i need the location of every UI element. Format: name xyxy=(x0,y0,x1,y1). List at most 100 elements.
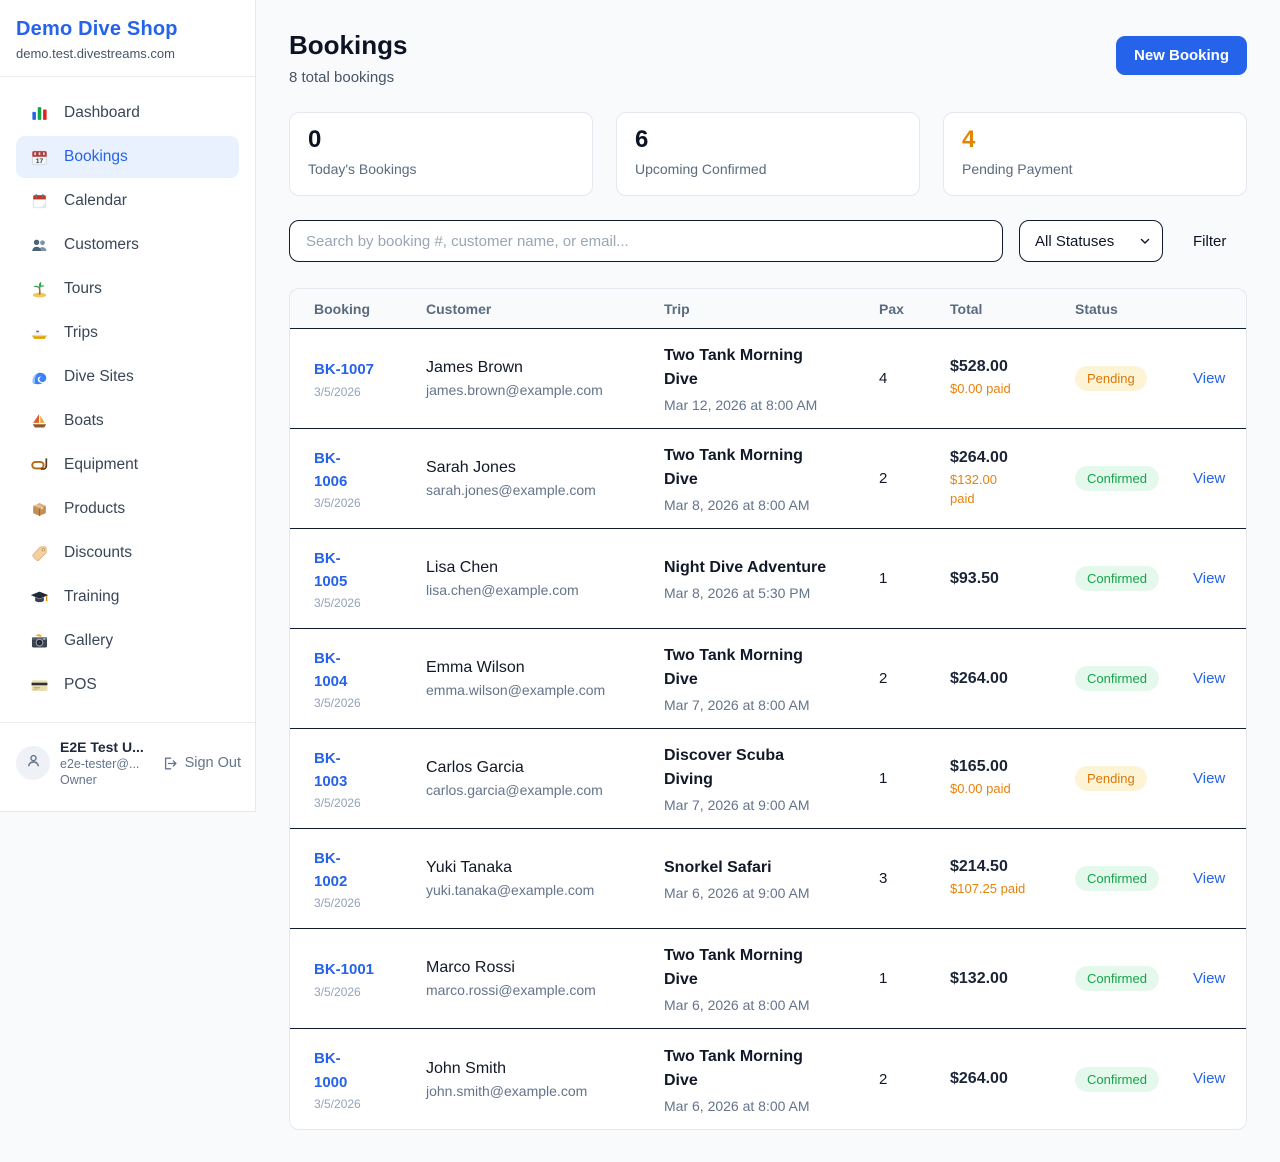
people-icon xyxy=(30,236,49,255)
sign-out-button[interactable]: Sign Out xyxy=(161,755,241,772)
booking-date: 3/5/2026 xyxy=(314,385,412,399)
booking-id-link[interactable]: BK- 1005 xyxy=(314,547,347,594)
view-link[interactable]: View xyxy=(1193,770,1225,787)
table-row: BK-1001 3/5/2026 Marco Rossi marco.rossi… xyxy=(290,929,1246,1029)
total-amount: $264.00 xyxy=(950,670,1061,688)
bar-chart-icon xyxy=(30,104,49,123)
booking-date: 3/5/2026 xyxy=(314,596,412,610)
view-link[interactable]: View xyxy=(1193,870,1225,887)
column-header-status: Status xyxy=(1075,301,1193,317)
filter-row: All Statuses Filter xyxy=(289,220,1247,262)
column-header-booking: Booking xyxy=(314,301,426,317)
sidebar-item-customers[interactable]: Customers xyxy=(16,224,239,266)
speedboat-icon xyxy=(30,324,49,343)
sidebar-item-label: Tours xyxy=(64,280,102,298)
pax-count: 2 xyxy=(879,470,950,487)
sidebar-item-products[interactable]: Products xyxy=(16,488,239,530)
customer-name: Emma Wilson xyxy=(426,659,650,677)
customer-name: Yuki Tanaka xyxy=(426,859,650,877)
total-amount: $165.00 xyxy=(950,758,1061,776)
customer-email: emma.wilson@example.com xyxy=(426,682,650,698)
sidebar-item-tours[interactable]: Tours xyxy=(16,268,239,310)
page-header: Bookings 8 total bookings New Booking xyxy=(289,30,1247,86)
booking-id-link[interactable]: BK- 1000 xyxy=(314,1047,347,1094)
booking-id-link[interactable]: BK-1001 xyxy=(314,958,374,981)
sidebar-item-dive-sites[interactable]: Dive Sites xyxy=(16,356,239,398)
total-amount: $264.00 xyxy=(950,1070,1061,1088)
booking-date: 3/5/2026 xyxy=(314,985,412,999)
view-link[interactable]: View xyxy=(1193,670,1225,687)
trip-name: Two Tank Morning Dive xyxy=(664,644,865,692)
paid-amount: $0.00 paid xyxy=(950,380,1061,399)
sidebar-item-label: Gallery xyxy=(64,632,113,650)
page-title: Bookings xyxy=(289,30,407,61)
filter-button[interactable]: Filter xyxy=(1193,233,1226,250)
user-email: e2e-tester@... xyxy=(60,757,151,771)
view-link[interactable]: View xyxy=(1193,970,1225,987)
sidebar-item-label: Boats xyxy=(64,412,104,430)
sidebar-item-label: Calendar xyxy=(64,192,127,210)
sidebar-item-training[interactable]: Training xyxy=(16,576,239,618)
sidebar-item-dashboard[interactable]: Dashboard xyxy=(16,92,239,134)
stat-value: 6 xyxy=(635,126,901,154)
table-row: BK- 1004 3/5/2026 Emma Wilson emma.wilso… xyxy=(290,629,1246,729)
stat-label: Upcoming Confirmed xyxy=(635,161,901,177)
booking-id-link[interactable]: BK- 1003 xyxy=(314,747,347,794)
sidebar-item-bookings[interactable]: 17 Bookings xyxy=(16,136,239,178)
trip-datetime: Mar 7, 2026 at 8:00 AM xyxy=(664,697,865,713)
customer-email: sarah.jones@example.com xyxy=(426,482,650,498)
brand-name: Demo Dive Shop xyxy=(16,18,239,41)
booking-id-link[interactable]: BK- 1004 xyxy=(314,647,347,694)
booking-date: 3/5/2026 xyxy=(314,796,412,810)
user-name: E2E Test U... xyxy=(60,739,151,755)
status-filter-select[interactable]: All Statuses xyxy=(1019,220,1163,262)
tag-icon xyxy=(30,544,49,563)
table-row: BK- 1002 3/5/2026 Yuki Tanaka yuki.tanak… xyxy=(290,829,1246,929)
island-icon xyxy=(30,280,49,299)
sidebar-item-trips[interactable]: Trips xyxy=(16,312,239,354)
total-amount: $132.00 xyxy=(950,970,1061,988)
customer-email: carlos.garcia@example.com xyxy=(426,782,650,798)
customer-name: Carlos Garcia xyxy=(426,759,650,777)
sidebar-item-calendar[interactable]: Calendar xyxy=(16,180,239,222)
sailboat-icon xyxy=(30,412,49,431)
stat-value: 0 xyxy=(308,126,574,154)
svg-text:17: 17 xyxy=(36,158,44,165)
column-header-total: Total xyxy=(950,301,1075,317)
status-badge: Confirmed xyxy=(1075,566,1159,591)
calendar-date-icon: 17 xyxy=(30,148,49,167)
trip-name: Snorkel Safari xyxy=(664,856,865,880)
column-header-pax: Pax xyxy=(879,301,950,317)
booking-id-link[interactable]: BK- 1002 xyxy=(314,847,347,894)
trip-datetime: Mar 7, 2026 at 9:00 AM xyxy=(664,797,865,813)
search-input[interactable] xyxy=(289,220,1003,262)
booking-id-link[interactable]: BK-1007 xyxy=(314,358,374,381)
new-booking-button[interactable]: New Booking xyxy=(1116,36,1247,75)
view-link[interactable]: View xyxy=(1193,1070,1225,1087)
dive-mask-icon xyxy=(30,456,49,475)
wave-icon xyxy=(30,368,49,387)
sidebar-item-discounts[interactable]: Discounts xyxy=(16,532,239,574)
view-link[interactable]: View xyxy=(1193,370,1225,387)
view-link[interactable]: View xyxy=(1193,570,1225,587)
customer-email: james.brown@example.com xyxy=(426,382,650,398)
pax-count: 1 xyxy=(879,770,950,787)
status-filter-wrap: All Statuses xyxy=(1019,220,1163,262)
customer-name: John Smith xyxy=(426,1060,650,1078)
sidebar-item-pos[interactable]: POS xyxy=(16,664,239,706)
pax-count: 1 xyxy=(879,570,950,587)
sidebar-item-label: Dashboard xyxy=(64,104,140,122)
sidebar-item-label: Equipment xyxy=(64,456,138,474)
sidebar-item-boats[interactable]: Boats xyxy=(16,400,239,442)
stat-card-upcoming-confirmed: 6 Upcoming Confirmed xyxy=(616,112,920,196)
stat-card-todays-bookings: 0 Today's Bookings xyxy=(289,112,593,196)
camera-icon xyxy=(30,632,49,651)
view-link[interactable]: View xyxy=(1193,470,1225,487)
total-amount: $264.00 xyxy=(950,449,1061,467)
sidebar-item-gallery[interactable]: Gallery xyxy=(16,620,239,662)
table-row: BK- 1003 3/5/2026 Carlos Garcia carlos.g… xyxy=(290,729,1246,829)
graduation-cap-icon xyxy=(30,588,49,607)
table-row: BK- 1000 3/5/2026 John Smith john.smith@… xyxy=(290,1029,1246,1129)
booking-id-link[interactable]: BK- 1006 xyxy=(314,447,347,494)
sidebar-item-equipment[interactable]: Equipment xyxy=(16,444,239,486)
